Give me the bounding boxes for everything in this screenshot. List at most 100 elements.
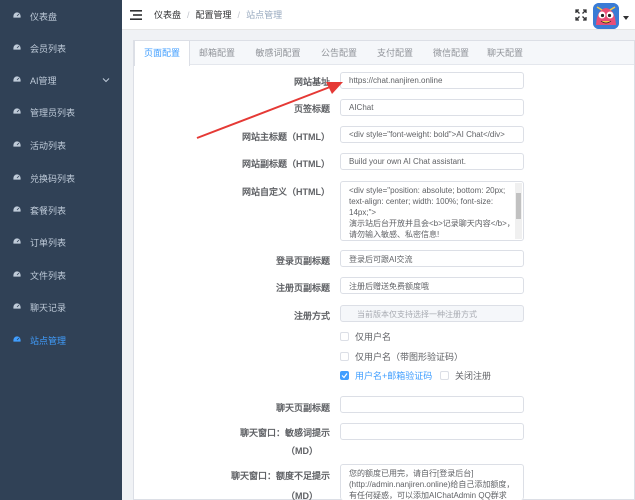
tab-wechat-config[interactable]: 微信配置 <box>424 41 478 65</box>
custom-html-textarea[interactable]: <div style="position: absolute; bottom: … <box>340 181 524 241</box>
sidebar-item-label: 会员列表 <box>30 43 67 54</box>
chat-subtitle-label: 聊天页副标题 <box>275 403 330 413</box>
register-mode-hint: 当前版本仅支持选择一种注册方式 <box>340 305 524 322</box>
breadcrumb-separator: / <box>237 9 241 20</box>
scrollbar-thumb[interactable] <box>516 193 521 219</box>
fullscreen-icon[interactable] <box>575 9 587 21</box>
breadcrumb-current: 站点管理 <box>246 10 283 20</box>
textarea-line: 有任何疑惑，可以添加AIChatAdmin QQ群求助。 <box>349 491 507 500</box>
register-option-username-email[interactable]: 用户名+邮箱验证码 <box>340 369 432 382</box>
textarea-line: (http://admin.nanjiren.online)给自己添加额度， <box>349 480 515 489</box>
main-title-input[interactable]: <div style="font-weight: bold">AI Chat</… <box>340 126 524 143</box>
sidebar-item-label: 文件列表 <box>30 270 67 281</box>
textarea-line: 14px;"> <box>349 208 377 217</box>
register-option-username[interactable]: 仅用户名 <box>340 330 391 343</box>
tab-chat-config[interactable]: 聊天配置 <box>478 41 532 65</box>
checkbox[interactable] <box>340 371 349 380</box>
sidebar-item-label: 套餐列表 <box>30 205 67 216</box>
sidebar-item-chat-records[interactable]: 聊天记录 <box>0 291 122 323</box>
dashboard-icon <box>12 43 22 53</box>
breadcrumb-item[interactable]: 配置管理 <box>196 8 232 21</box>
login-subtitle-input[interactable]: 登录后可跟AI交流 <box>340 250 524 267</box>
page-title-input[interactable]: AIChat <box>340 99 524 116</box>
dashboard-icon <box>12 270 22 280</box>
quota-tip-label: 聊天窗口：额度不足提示 （MD） <box>140 469 330 500</box>
sidebar-item-label: 兑换码列表 <box>30 173 76 184</box>
avatar[interactable] <box>593 3 619 29</box>
sidebar-item-label: AI管理 <box>30 75 57 86</box>
dashboard-icon <box>12 107 22 117</box>
sensitive-tip-label-line: （MD） <box>286 446 318 456</box>
textarea-line: 您的额度已用完，请自行[登录后台] <box>349 469 474 478</box>
tab-notice-config[interactable]: 公告配置 <box>312 41 366 65</box>
register-option-closed[interactable]: 关闭注册 <box>440 369 491 382</box>
site-url-input[interactable]: https://chat.nanjiren.online <box>340 72 524 89</box>
textarea-scrollbar[interactable] <box>515 183 522 239</box>
checkbox[interactable] <box>340 332 349 341</box>
dashboard-icon <box>12 11 22 21</box>
tab-payment-config[interactable]: 支付配置 <box>368 41 422 65</box>
main-title-label: 网站主标题（HTML） <box>242 132 330 142</box>
textarea-line: 请勿输入敏感、私密信息! <box>349 230 440 239</box>
checkbox-label: 仅用户名 <box>355 332 392 342</box>
sidebar-item-label: 站点管理 <box>30 335 67 346</box>
checkbox-label: 关闭注册 <box>455 371 492 381</box>
tab-bar: 页面配置 邮箱配置 敏感词配置 公告配置 支付配置 微信配置 聊天配置 <box>134 41 634 66</box>
sidebar-item-label: 管理员列表 <box>30 107 76 118</box>
register-subtitle-label: 注册页副标题 <box>275 283 330 293</box>
topbar: 仪表盘 / 配置管理 / 站点管理 <box>122 0 635 30</box>
custom-html-label: 网站自定义（HTML） <box>242 187 330 197</box>
sidebar-item-admins[interactable]: 管理员列表 <box>0 96 122 128</box>
sidebar-item-site-management[interactable]: 站点管理 <box>0 324 122 356</box>
chat-subtitle-input[interactable] <box>340 396 524 413</box>
breadcrumb-item[interactable]: 仪表盘 <box>154 8 181 21</box>
sidebar-item-orders[interactable]: 订单列表 <box>0 226 122 258</box>
quota-tip-label-line: 聊天窗口：额度不足提示 <box>230 471 330 481</box>
caret-down-icon[interactable] <box>623 16 629 20</box>
check-icon <box>341 373 348 379</box>
hamburger-icon[interactable] <box>130 9 142 20</box>
dashboard-icon <box>12 75 22 85</box>
register-mode-label: 注册方式 <box>293 311 330 321</box>
dashboard-icon <box>12 173 22 183</box>
sidebar-item-label: 订单列表 <box>30 237 67 248</box>
sidebar-item-files[interactable]: 文件列表 <box>0 259 122 291</box>
dashboard-icon <box>12 205 22 215</box>
checkbox[interactable] <box>340 352 349 361</box>
sub-title-label: 网站副标题（HTML） <box>242 159 330 169</box>
checkbox-label: 仅用户名（带图形验证码） <box>355 352 464 362</box>
sensitive-tip-label: 聊天窗口：敏感词提示 （MD） <box>140 426 330 457</box>
sidebar-item-ai[interactable]: AI管理 <box>0 64 122 96</box>
dashboard-icon <box>12 140 22 150</box>
sidebar-item-activities[interactable]: 活动列表 <box>0 129 122 161</box>
dashboard-icon <box>12 237 22 247</box>
dashboard-icon <box>12 335 22 345</box>
tab-page-config[interactable]: 页面配置 <box>134 41 190 66</box>
checkbox[interactable] <box>440 371 449 380</box>
register-option-username-captcha[interactable]: 仅用户名（带图形验证码） <box>340 350 463 363</box>
sidebar: 仪表盘 会员列表 AI管理 管理员列表 活动列表 兑换码列表 套餐列表 订单列表… <box>0 0 122 500</box>
tab-sensitive-words-config[interactable]: 敏感词配置 <box>246 41 310 65</box>
site-url-label: 网站基址 <box>293 77 330 87</box>
sidebar-item-label: 聊天记录 <box>30 302 67 313</box>
login-subtitle-label: 登录页副标题 <box>275 256 330 266</box>
page-title-label: 页签标题 <box>293 104 330 114</box>
sensitive-tip-input[interactable] <box>340 423 524 440</box>
breadcrumb-separator: / <box>187 9 190 20</box>
sidebar-item-packages[interactable]: 套餐列表 <box>0 194 122 226</box>
sidebar-item-redeem-codes[interactable]: 兑换码列表 <box>0 162 122 194</box>
sub-title-input[interactable]: Build your own AI Chat assistant. <box>340 153 524 170</box>
avatar-image <box>593 3 619 29</box>
textarea-line: text-align: center; width: 100%; font-si… <box>349 197 494 206</box>
chevron-down-icon <box>102 76 110 84</box>
quota-tip-label-line: （MD） <box>286 491 318 500</box>
quota-tip-textarea[interactable]: 您的额度已用完，请自行[登录后台] (http://admin.nanjiren… <box>340 464 524 500</box>
tab-email-config[interactable]: 邮箱配置 <box>190 41 244 65</box>
sidebar-item-label: 仪表盘 <box>30 11 58 22</box>
dashboard-icon <box>12 302 22 312</box>
sidebar-item-label: 活动列表 <box>30 140 67 151</box>
checkbox-label: 用户名+邮箱验证码 <box>355 371 433 381</box>
register-subtitle-input[interactable]: 注册后赠送免费额度哦 <box>340 277 524 294</box>
sidebar-item-dashboard[interactable]: 仪表盘 <box>0 0 122 32</box>
sidebar-item-members[interactable]: 会员列表 <box>0 32 122 64</box>
